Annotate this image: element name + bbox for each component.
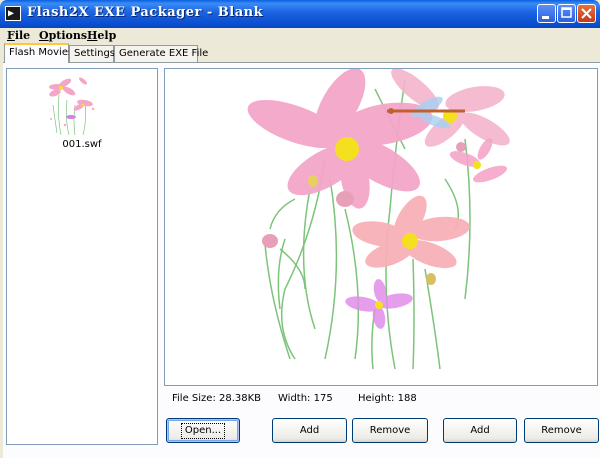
- maximize-icon: [561, 7, 572, 18]
- remove-button-2[interactable]: Remove: [524, 418, 599, 443]
- menu-file[interactable]: File: [7, 29, 30, 42]
- add-button-2-label: Add: [470, 425, 490, 436]
- tab-settings[interactable]: Settings: [69, 45, 116, 62]
- file-size-info: File Size: 28.38KB: [172, 393, 261, 404]
- title-bar[interactable]: ▶ Flash2X EXE Packager - Blank: [0, 0, 600, 28]
- add-button[interactable]: Add: [272, 418, 347, 443]
- tab-flash-movies-label: Flash Movies: [9, 47, 74, 58]
- menu-help-label: elp: [97, 29, 117, 42]
- close-icon: [581, 8, 592, 19]
- menu-options[interactable]: Options: [39, 29, 87, 42]
- menu-help-accel: H: [87, 29, 98, 42]
- width-label: Width:: [278, 393, 311, 404]
- list-item-filename: 001.swf: [62, 139, 102, 150]
- file-size-label: File Size:: [172, 393, 216, 404]
- tab-generate-exe-label: Generate EXE File: [119, 48, 209, 59]
- remove-button-2-label: Remove: [541, 425, 582, 436]
- open-button-label: Open...: [180, 423, 226, 439]
- minimize-button[interactable]: [537, 4, 556, 23]
- tab-settings-label: Settings: [74, 48, 116, 59]
- flower-thumbnail: [49, 77, 95, 136]
- width-value: 175: [313, 393, 333, 404]
- maximize-button[interactable]: [557, 4, 576, 23]
- remove-button[interactable]: Remove: [352, 418, 428, 443]
- preview-panel: [164, 68, 598, 386]
- add-button-label: Add: [299, 425, 320, 436]
- file-size-value: 28.38KB: [219, 393, 262, 404]
- tab-flash-movies[interactable]: Flash Movies: [4, 43, 73, 63]
- height-label: Height:: [358, 393, 395, 404]
- menu-file-accel: F: [7, 29, 15, 42]
- menu-options-label: ptions: [48, 29, 88, 42]
- open-button[interactable]: Open...: [166, 418, 240, 443]
- window-title: Flash2X EXE Packager - Blank: [27, 5, 264, 20]
- menu-bar: File Options Help: [0, 28, 600, 43]
- minimize-icon: [542, 16, 549, 19]
- menu-file-label: ile: [14, 29, 31, 42]
- movie-list[interactable]: 001.swf: [6, 68, 158, 445]
- tab-generate-exe[interactable]: Generate EXE File: [114, 45, 208, 62]
- close-button[interactable]: [577, 4, 596, 23]
- height-value: 188: [397, 393, 417, 404]
- menu-help[interactable]: Help: [87, 29, 116, 42]
- height-info: Height: 188: [358, 393, 417, 404]
- width-info: Width: 175: [278, 393, 333, 404]
- app-icon[interactable]: ▶: [5, 6, 21, 21]
- menu-options-accel: O: [39, 29, 49, 42]
- remove-button-label: Remove: [369, 425, 411, 436]
- flower-preview-image: [247, 69, 510, 370]
- add-button-2[interactable]: Add: [443, 418, 517, 443]
